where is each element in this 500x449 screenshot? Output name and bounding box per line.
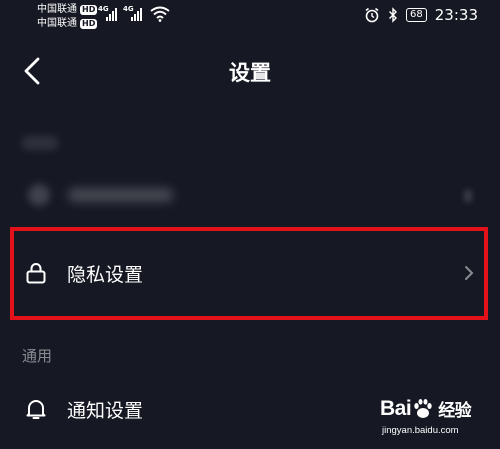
baidu-jingyan-watermark: Bai 经验 jingyan.baidu.com — [380, 396, 498, 446]
page-title: 设置 — [229, 61, 271, 85]
highlight-box — [10, 227, 488, 320]
battery-indicator: 68 — [406, 8, 427, 22]
paw-icon — [414, 398, 432, 418]
bell-icon — [26, 400, 46, 419]
carrier-name-2: 中国联通 — [37, 18, 77, 29]
watermark-logo-right: 经验 — [438, 401, 472, 420]
signal-icon — [106, 8, 117, 21]
signal-icon-2 — [131, 8, 142, 21]
blurred-account-row[interactable] — [0, 170, 500, 222]
blurred-section-label — [22, 136, 58, 150]
blurred-icon — [28, 184, 50, 206]
status-bar: 中国联通 HD 中国联通 HD 4G 4G 68 23:33 — [0, 0, 500, 36]
wifi-icon — [150, 6, 170, 22]
watermark-url: jingyan.baidu.com — [382, 425, 459, 436]
carrier-info: 中国联通 HD 中国联通 HD — [37, 3, 98, 31]
blurred-text — [68, 188, 173, 202]
notification-settings-label: 通知设置 — [67, 400, 144, 422]
watermark-logo-left: Bai — [380, 396, 412, 420]
hd-badge-1: HD — [80, 5, 98, 15]
hd-badge-2: HD — [80, 19, 98, 29]
bluetooth-icon — [389, 7, 398, 23]
blurred-chevron-icon — [464, 190, 472, 202]
status-time: 23:33 — [434, 6, 478, 24]
alarm-icon — [365, 7, 379, 23]
watermark-logo: Bai 经验 — [380, 396, 472, 421]
section-label-general: 通用 — [22, 347, 53, 365]
carrier-name-1: 中国联通 — [37, 4, 77, 15]
nav-header: 设置 — [0, 48, 500, 94]
